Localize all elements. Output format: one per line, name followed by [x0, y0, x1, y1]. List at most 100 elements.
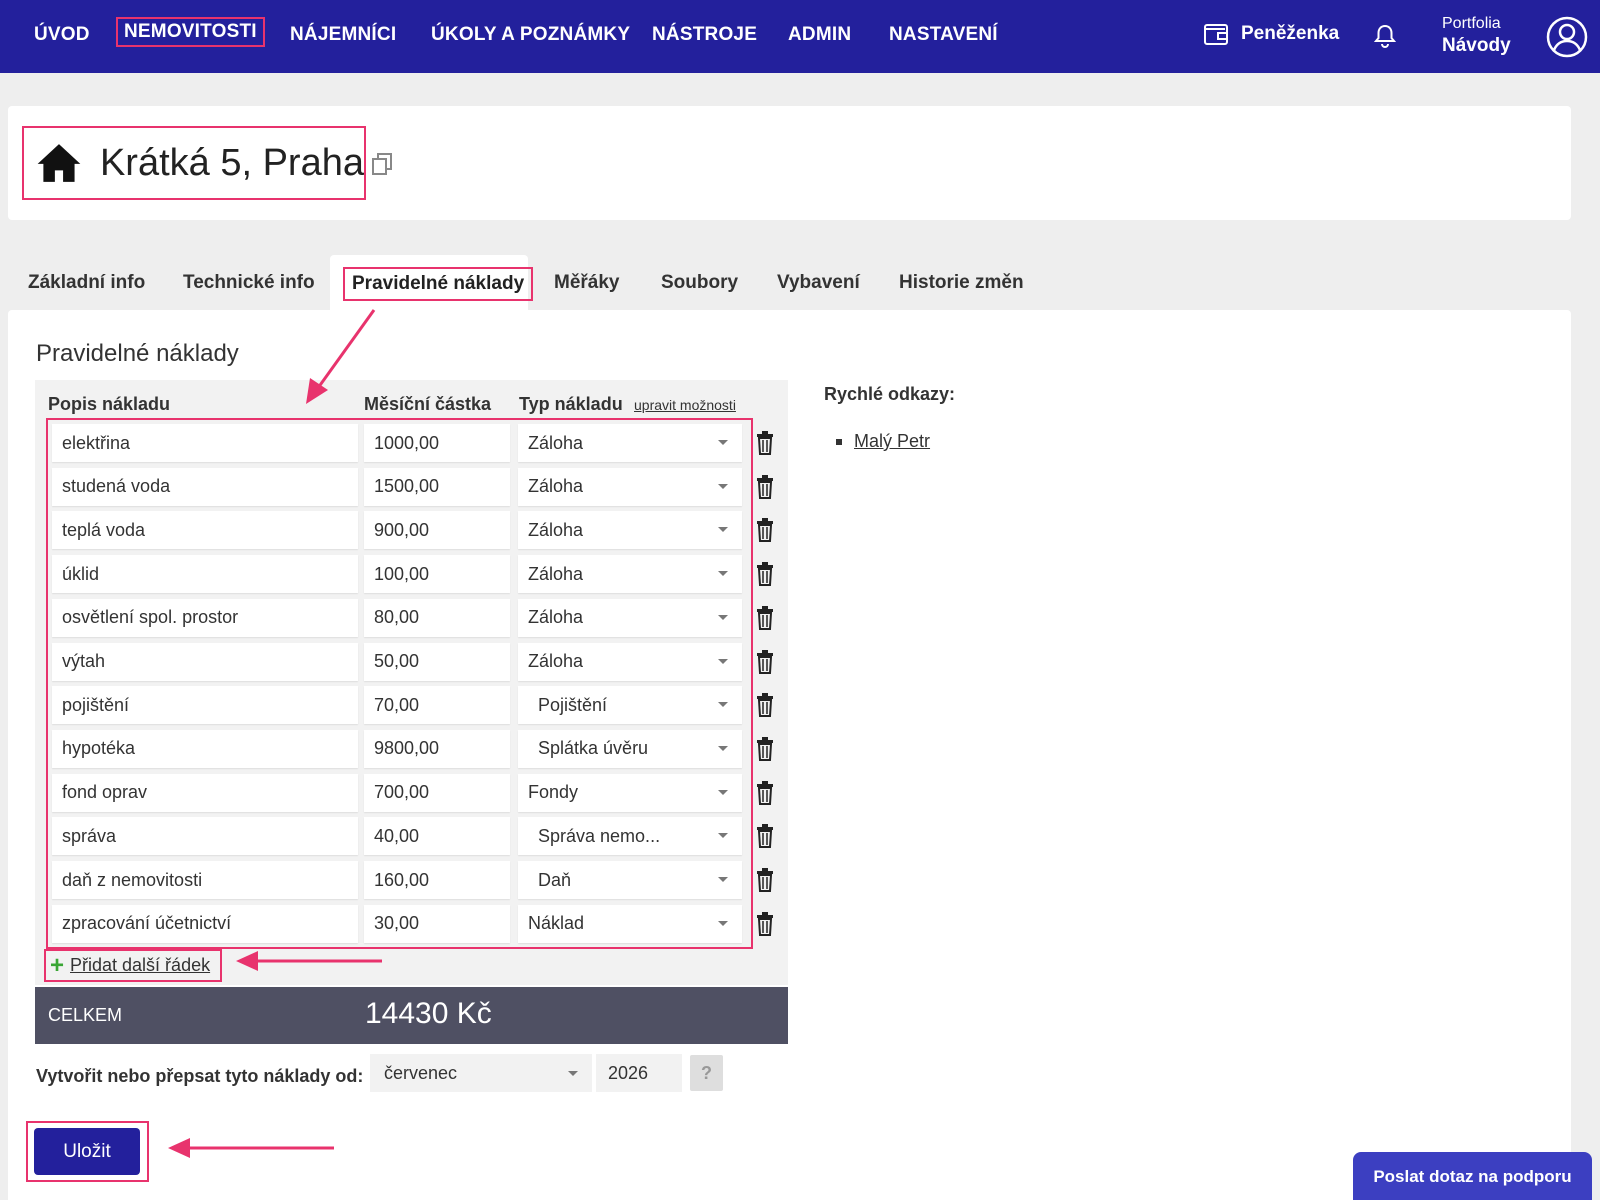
amount-input[interactable]: 160,00 — [364, 861, 510, 899]
type-value: Náklad — [528, 913, 585, 934]
wallet-label: Peněženka — [1241, 23, 1340, 44]
type-select[interactable]: Náklad — [518, 904, 742, 943]
description-input[interactable]: úklid — [52, 555, 358, 594]
nav-nemovitosti[interactable]: NEMOVITOSTI — [116, 17, 265, 47]
tab-historie-zmen[interactable]: Historie změn — [899, 272, 1024, 294]
trash-icon[interactable] — [756, 431, 774, 455]
trash-icon[interactable] — [756, 780, 774, 805]
user-avatar-icon[interactable] — [1546, 16, 1588, 58]
type-select[interactable]: Záloha — [518, 424, 742, 462]
chevron-down-icon — [718, 833, 728, 839]
nav-nastroje[interactable]: NÁSTROJE — [652, 24, 757, 46]
property-header: Krátká 5, Praha — [8, 106, 1571, 220]
description-input[interactable]: elektřina — [52, 424, 358, 462]
section-title: Pravidelné náklady — [36, 340, 239, 367]
tab-zakladni-info[interactable]: Základní info — [28, 272, 145, 294]
cost-row: elektřina 1000,00 Záloha — [52, 424, 786, 462]
nav-admin[interactable]: ADMIN — [788, 24, 851, 46]
quick-link-maly-petr[interactable]: Malý Petr — [854, 431, 930, 452]
description-input[interactable]: výtah — [52, 642, 358, 681]
description-input[interactable]: daň z nemovitosti — [52, 861, 358, 899]
cost-row: osvětlení spol. prostor 80,00 Záloha — [52, 598, 786, 637]
type-select[interactable]: Pojištění — [518, 686, 742, 725]
total-value: 14430 Kč — [365, 997, 492, 1030]
amount-input[interactable]: 900,00 — [364, 511, 510, 550]
tab-soubory[interactable]: Soubory — [661, 272, 738, 294]
type-select[interactable]: Záloha — [518, 467, 742, 506]
month-select[interactable]: červenec — [370, 1054, 592, 1092]
support-button[interactable]: Poslat dotaz na podporu — [1353, 1152, 1592, 1200]
trash-icon[interactable] — [756, 736, 774, 761]
nav-nastaveni[interactable]: NASTAVENÍ — [889, 24, 998, 46]
cost-row: teplá voda 900,00 Záloha — [52, 511, 786, 550]
description-input[interactable]: pojištění — [52, 686, 358, 725]
chevron-down-icon — [718, 527, 728, 533]
type-select[interactable]: Daň — [518, 861, 742, 899]
tab-meraky[interactable]: Měřáky — [554, 272, 620, 294]
amount-input[interactable]: 100,00 — [364, 555, 510, 594]
wallet-link[interactable]: Peněženka — [1203, 22, 1339, 46]
trash-icon[interactable] — [756, 649, 774, 674]
trash-icon[interactable] — [756, 824, 774, 849]
description-input[interactable]: teplá voda — [52, 511, 358, 550]
description-input[interactable]: studená voda — [52, 467, 358, 506]
year-input[interactable]: 2026 — [596, 1054, 682, 1092]
cost-row: úklid 100,00 Záloha — [52, 555, 786, 594]
portfolio-switcher[interactable]: Portfolia Návody — [1442, 16, 1511, 56]
type-select[interactable]: Záloha — [518, 642, 742, 681]
trash-icon[interactable] — [756, 868, 774, 892]
amount-input[interactable]: 80,00 — [364, 598, 510, 637]
type-select[interactable]: Splátka úvěru — [518, 729, 742, 768]
amount-input[interactable]: 1500,00 — [364, 467, 510, 506]
type-select[interactable]: Záloha — [518, 555, 742, 594]
description-input[interactable]: hypotéka — [52, 729, 358, 768]
trash-icon[interactable] — [756, 562, 774, 587]
type-select[interactable]: Fondy — [518, 773, 742, 812]
description-input[interactable]: správa — [52, 817, 358, 856]
help-button[interactable]: ? — [690, 1055, 723, 1091]
chevron-down-icon — [718, 745, 728, 751]
amount-input[interactable]: 70,00 — [364, 686, 510, 725]
amount-input[interactable]: 1000,00 — [364, 424, 510, 462]
save-button[interactable]: Uložit — [34, 1128, 140, 1175]
nav-najemnici[interactable]: NÁJEMNÍCI — [290, 24, 396, 46]
tab-pravidelne-naklady[interactable]: Pravidelné náklady — [343, 267, 534, 301]
type-select[interactable]: Správa nemo... — [518, 817, 742, 856]
type-value: Záloha — [528, 519, 584, 540]
type-value: Splátka úvěru — [528, 738, 649, 759]
chevron-down-icon — [718, 571, 728, 577]
description-input[interactable]: fond oprav — [52, 773, 358, 812]
cost-row: pojištění 70,00 Pojištění — [52, 686, 786, 725]
description-input[interactable]: zpracování účetnictví — [52, 904, 358, 943]
trash-icon[interactable] — [756, 693, 774, 718]
type-select[interactable]: Záloha — [518, 598, 742, 637]
trash-icon[interactable] — [756, 518, 774, 543]
total-bar: CELKEM 14430 Kč — [35, 987, 788, 1044]
plus-icon: + — [50, 951, 65, 979]
trash-icon[interactable] — [756, 474, 774, 499]
amount-input[interactable]: 40,00 — [364, 817, 510, 856]
property-title-box: Krátká 5, Praha — [22, 126, 366, 200]
type-select[interactable]: Záloha — [518, 511, 742, 550]
add-row-label: Přidat další řádek — [70, 955, 211, 975]
nav-uvod[interactable]: ÚVOD — [34, 24, 90, 46]
nav-ukoly[interactable]: ÚKOLY A POZNÁMKY — [431, 24, 630, 46]
tab-technicke-info[interactable]: Technické info — [183, 272, 315, 294]
amount-input[interactable]: 9800,00 — [364, 729, 510, 768]
description-input[interactable]: osvětlení spol. prostor — [52, 598, 358, 637]
amount-input[interactable]: 700,00 — [364, 773, 510, 812]
amount-input[interactable]: 50,00 — [364, 642, 510, 681]
amount-input[interactable]: 30,00 — [364, 904, 510, 943]
trash-icon[interactable] — [756, 605, 774, 630]
copy-icon[interactable] — [372, 152, 392, 176]
home-icon — [37, 144, 81, 182]
edit-options-link[interactable]: upravit možnosti — [634, 397, 736, 413]
type-value: Záloha — [528, 432, 584, 453]
bell-icon[interactable] — [1374, 24, 1396, 48]
bullet-icon — [836, 438, 842, 445]
add-row-button[interactable]: + Přidat další řádek — [44, 949, 222, 982]
total-label: CELKEM — [48, 1005, 123, 1025]
chevron-down-icon — [568, 1071, 578, 1076]
tab-vybaveni[interactable]: Vybavení — [777, 272, 860, 294]
trash-icon[interactable] — [756, 911, 774, 936]
